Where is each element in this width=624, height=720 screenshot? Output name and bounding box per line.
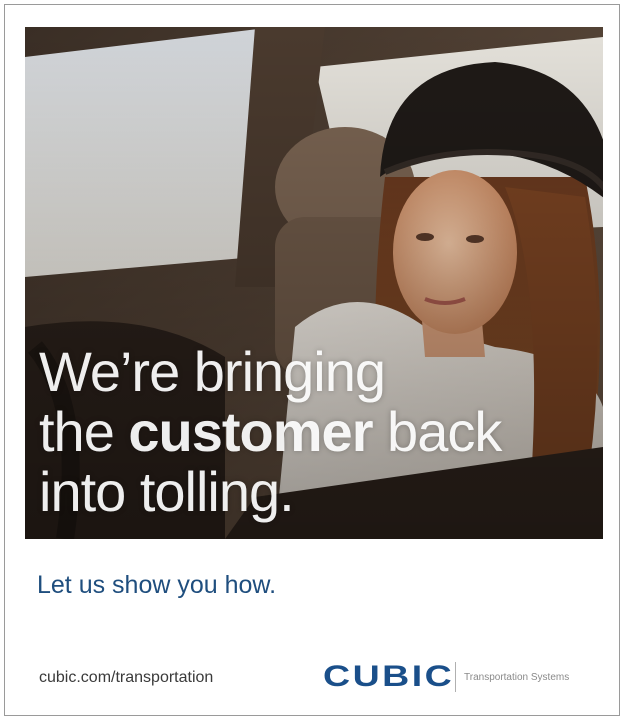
logo-wordmark: CUBIC — [323, 660, 455, 693]
headline-line-1: We’re bringing — [39, 340, 386, 403]
tagline: Let us show you how. — [37, 571, 277, 599]
headline-line-2: the customer back — [39, 402, 599, 462]
headline: We’re bringing the customer back into to… — [39, 342, 599, 522]
hero-photo: We’re bringing the customer back into to… — [25, 27, 603, 539]
advertisement: We’re bringing the customer back into to… — [4, 4, 620, 716]
cubic-logo: CUBIC Transportation Systems — [323, 659, 569, 695]
website-link[interactable]: cubic.com/transportation — [39, 669, 213, 687]
headline-line-2-pre: the — [39, 400, 129, 463]
headline-line-2-post: back — [372, 400, 502, 463]
headline-emphasis: customer — [128, 400, 373, 463]
headline-line-3: into tolling. — [39, 460, 295, 523]
